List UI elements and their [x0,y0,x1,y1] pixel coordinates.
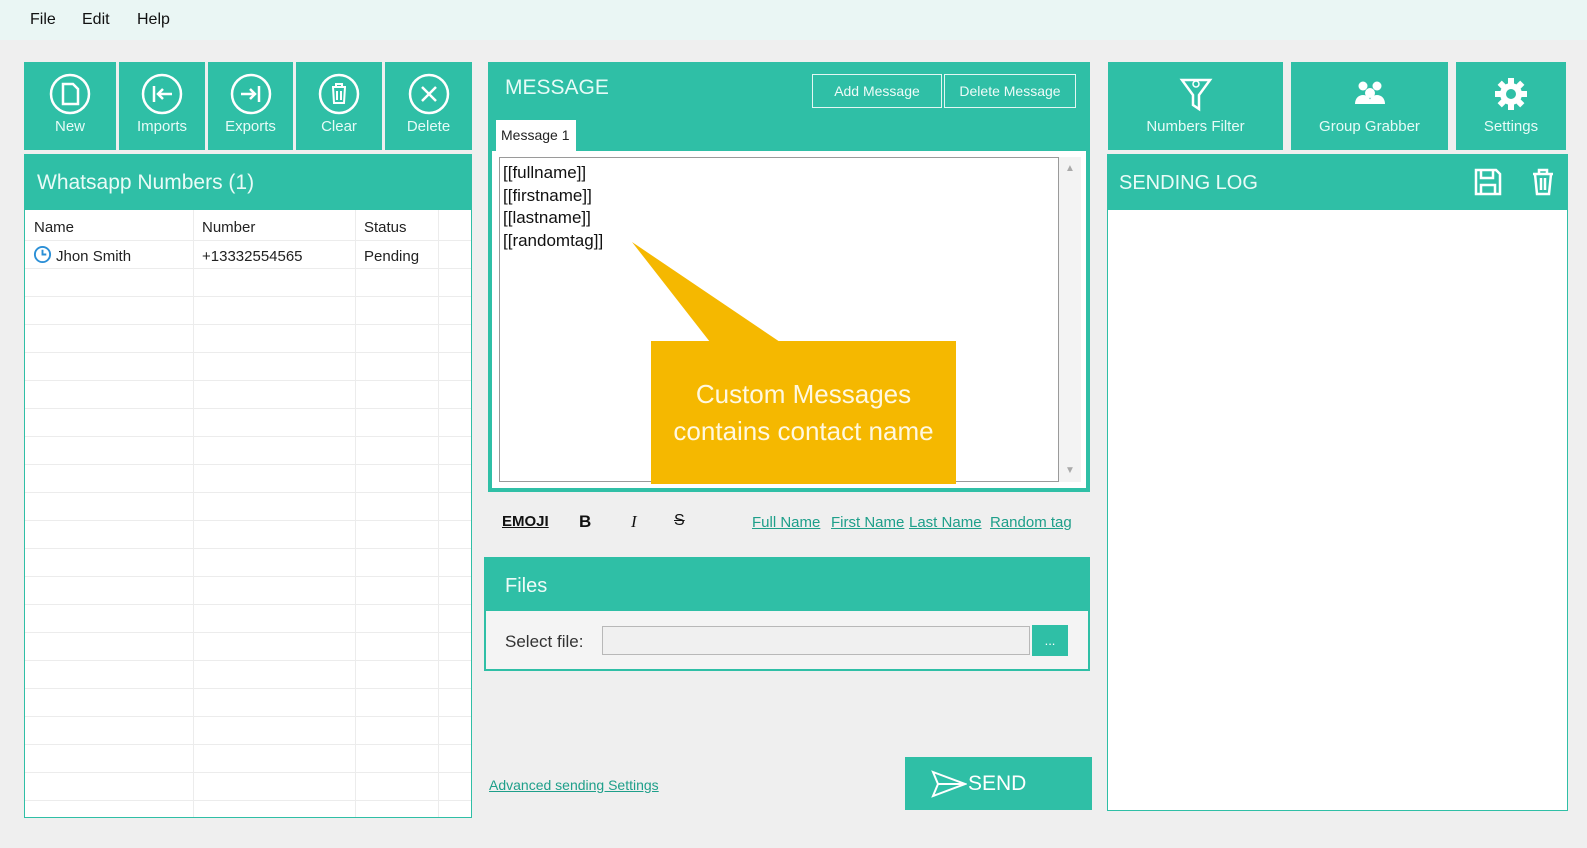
row-name: Jhon Smith [56,248,132,265]
row-status: Pending [364,248,420,265]
delete-button[interactable]: Delete [385,62,472,150]
numbers-table[interactable]: Name Number Status Jhon Smith +133325545… [25,210,471,817]
message-scrollbar[interactable]: ▲ ▼ [1059,157,1081,482]
settings-button[interactable]: Settings [1456,62,1566,150]
gear-icon [1495,78,1527,110]
delete-label: Delete [406,118,451,135]
message-line: [[fullname]] [503,163,587,182]
imports-label: Imports [136,118,187,135]
callout-box: Custom Messages contains contact name [651,341,956,484]
message-line: [[randomtag]] [503,230,604,250]
close-circle-icon [408,73,449,115]
clear-button[interactable]: Clear [296,62,382,150]
clock-icon [33,245,52,264]
numbers-filter-label: Numbers Filter [1146,118,1245,135]
sending-log-header: SENDING LOG [1108,155,1567,210]
message-line: [[firstname]] [503,185,592,205]
numbers-filter-button[interactable]: Numbers Filter [1108,62,1283,150]
files-title: Files [486,559,1088,611]
message-text: [[fullname]] [[firstname]] [[lastname]] … [503,162,603,252]
group-grabber-label: Group Grabber [1319,118,1420,135]
italic-button[interactable]: I [631,512,637,532]
add-message-button[interactable]: Add Message [812,74,942,108]
full-name-link[interactable]: Full Name [752,514,820,531]
delete-message-button[interactable]: Delete Message [944,74,1076,108]
exports-button[interactable]: Exports [208,62,293,150]
group-icon [1354,81,1385,104]
numbers-panel-title: Whatsapp Numbers (1) [25,155,471,210]
last-name-link[interactable]: Last Name [909,514,982,531]
column-name[interactable]: Name [34,219,74,236]
menu-bar: File Edit Help [0,0,1587,40]
send-label: SEND [968,772,1027,795]
send-button[interactable]: SEND [905,757,1092,810]
emoji-button[interactable]: EMOJI [502,513,549,530]
message-title: MESSAGE [505,76,609,99]
column-number[interactable]: Number [202,219,255,236]
menu-file[interactable]: File [30,11,56,29]
imports-button[interactable]: Imports [119,62,205,150]
sending-log-title: SENDING LOG [1119,172,1258,194]
browse-button[interactable]: ... [1032,625,1068,656]
file-path-input[interactable] [602,626,1030,655]
trash-icon[interactable] [1527,166,1559,198]
tab-message-1[interactable]: Message 1 [496,120,576,151]
table-header: Name Number Status [25,210,471,241]
group-grabber-button[interactable]: Group Grabber [1291,62,1448,150]
funnel-icon [1179,78,1212,112]
menu-help[interactable]: Help [137,11,170,29]
save-icon[interactable] [1472,166,1504,198]
scroll-down-icon[interactable]: ▼ [1065,465,1075,476]
settings-label: Settings [1483,118,1539,135]
advanced-settings-link[interactable]: Advanced sending Settings [489,777,659,793]
new-label: New [54,118,85,135]
callout-line: contains contact name [673,416,934,446]
exports-label: Exports [225,118,276,135]
import-icon [141,73,183,115]
strikethrough-button[interactable]: S [674,512,685,530]
row-number: +13332554565 [202,248,303,265]
new-button[interactable]: New [24,62,116,150]
export-icon [230,73,271,115]
table-row[interactable]: Jhon Smith +13332554565 Pending [25,240,471,269]
column-status[interactable]: Status [364,219,407,236]
first-name-link[interactable]: First Name [831,514,904,531]
clear-label: Clear [321,118,357,135]
numbers-panel: Whatsapp Numbers (1) Name Number Status … [24,154,472,818]
scroll-up-icon[interactable]: ▲ [1065,163,1075,174]
sending-log-panel: SENDING LOG [1107,154,1568,811]
sending-log-content[interactable] [1108,210,1567,810]
message-line: [[lastname]] [503,208,591,227]
files-panel: Files Select file: ... [484,557,1090,671]
bold-button[interactable]: B [579,512,591,532]
select-file-label: Select file: [505,632,584,651]
send-icon [931,770,967,798]
callout-line: Custom Messages [695,379,912,409]
random-tag-link[interactable]: Random tag [990,514,1072,531]
trash-icon [318,73,360,115]
callout-pointer [632,242,780,342]
new-file-icon [49,73,91,115]
menu-edit[interactable]: Edit [82,11,110,29]
